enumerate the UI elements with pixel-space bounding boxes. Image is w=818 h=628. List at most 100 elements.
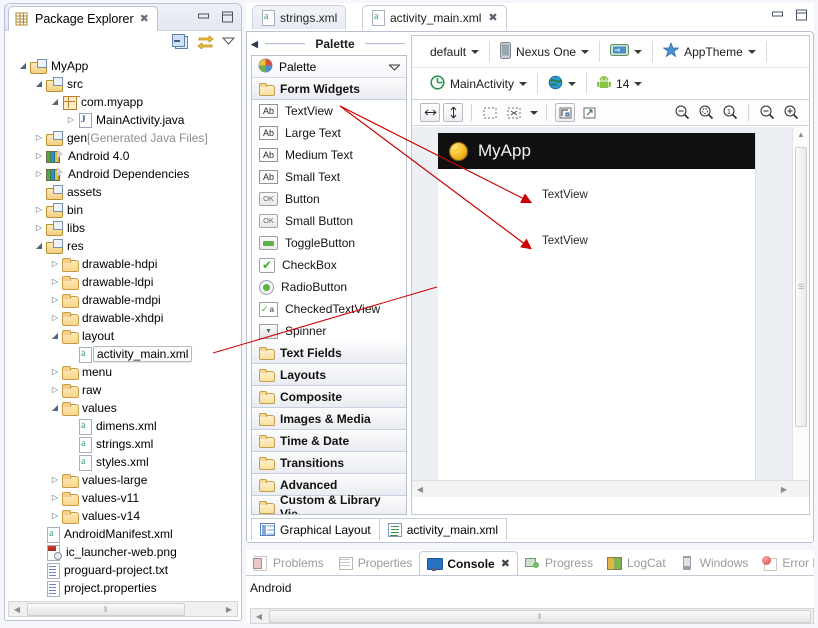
toggle-outlines-button[interactable]	[555, 103, 575, 122]
tab-package-explorer[interactable]: Package Explorer ✖	[8, 6, 158, 31]
collapse-all-icon[interactable]	[172, 34, 188, 49]
marquee-select-button[interactable]	[480, 103, 500, 122]
console-tab[interactable]: Windows	[673, 550, 756, 576]
vscroll-up-arrow[interactable]: ▲	[797, 127, 805, 143]
palette-item[interactable]: OK Button	[252, 188, 406, 210]
console-tab[interactable]: Error Log	[755, 550, 814, 576]
tree-item[interactable]: proguard-project.txt	[6, 561, 240, 579]
twisty-expanded-icon[interactable]: ◢	[32, 237, 46, 255]
chevron-down-icon[interactable]	[581, 49, 590, 54]
close-icon[interactable]: ✖	[140, 12, 149, 25]
twisty-collapsed-icon[interactable]: ▷	[32, 165, 46, 183]
tab-activity-main-xml[interactable]: activity_main.xml ✖	[362, 5, 507, 29]
chevron-down-icon[interactable]	[568, 81, 577, 86]
tree-item[interactable]: ◢ com.myapp	[6, 93, 240, 111]
twisty-collapsed-icon[interactable]: ▷	[48, 255, 62, 273]
twisty-collapsed-icon[interactable]: ▷	[32, 129, 46, 147]
chevron-down-icon[interactable]	[471, 49, 480, 54]
hscroll-thumb[interactable]: ‖	[269, 609, 811, 623]
hscroll-left-arrow[interactable]: ◀	[412, 485, 428, 494]
tree-item[interactable]: ▷ Android Dependencies	[6, 165, 240, 183]
canvas-vscrollbar[interactable]: ▲ ☰ ▼	[792, 127, 809, 497]
tree-item[interactable]: ▷ MainActivity.java	[6, 111, 240, 129]
hscroll-right-arrow[interactable]: ▶	[776, 485, 792, 494]
textview-1[interactable]: TextView	[542, 189, 588, 201]
tree-item[interactable]: ▷ drawable-mdpi	[6, 291, 240, 309]
twisty-expanded-icon[interactable]: ◢	[32, 75, 46, 93]
hscroll-track[interactable]: ‖	[267, 609, 813, 623]
palette-group[interactable]: Transitions	[252, 452, 406, 474]
tree-item[interactable]: ic_launcher-web.png	[6, 543, 240, 561]
console-tab[interactable]: Properties	[331, 550, 420, 576]
zoom-fit-icon[interactable]	[696, 104, 716, 122]
minimize-icon[interactable]	[197, 11, 210, 26]
twisty-expanded-icon[interactable]: ◢	[16, 57, 30, 75]
tree-item[interactable]: project.properties	[6, 579, 240, 597]
package-explorer-hscrollbar[interactable]: ◀ ‖ ▶	[8, 601, 238, 617]
twisty-expanded-icon[interactable]: ◢	[48, 399, 62, 417]
tree-item[interactable]: ▷ drawable-xhdpi	[6, 309, 240, 327]
distribute-button[interactable]	[504, 103, 524, 122]
chevron-down-icon[interactable]	[530, 110, 538, 115]
palette-item[interactable]: RadioButton	[252, 276, 406, 298]
device-select[interactable]: Nexus One	[490, 41, 599, 62]
console-tab[interactable]: Progress	[518, 550, 600, 576]
zoom-in-icon[interactable]	[781, 104, 801, 122]
tree-item[interactable]: ▷ values-v11	[6, 489, 240, 507]
close-icon[interactable]: ✖	[488, 11, 497, 24]
palette-item[interactable]: Ab Small Text	[252, 166, 406, 188]
palette-item[interactable]: Ab Medium Text	[252, 144, 406, 166]
maximize-icon[interactable]	[221, 11, 234, 26]
tree-item[interactable]: ▷ bin	[6, 201, 240, 219]
chevron-down-icon[interactable]	[634, 49, 643, 54]
tree-item[interactable]: ▷ Android 4.0	[6, 147, 240, 165]
locale-select[interactable]	[538, 75, 586, 93]
collapse-left-icon[interactable]: ◀	[251, 39, 258, 50]
hscroll-right-arrow[interactable]: ▶	[221, 605, 237, 614]
zoom-out-icon[interactable]	[757, 104, 777, 122]
config-default-select[interactable]: default	[420, 45, 489, 59]
palette-entries[interactable]: Form Widgets Ab TextView Ab Large Text Ab Medi…	[252, 78, 406, 514]
twisty-collapsed-icon[interactable]: ▷	[48, 507, 62, 525]
chevron-down-icon[interactable]	[634, 81, 643, 86]
width-fit-button[interactable]	[420, 103, 440, 122]
palette-item[interactable]: ToggleButton	[252, 232, 406, 254]
twisty-expanded-icon[interactable]: ◢	[48, 327, 62, 345]
console-tab[interactable]: Console ✖	[419, 550, 518, 576]
maximize-icon[interactable]	[795, 9, 808, 24]
tree-item[interactable]: ▷ values-large	[6, 471, 240, 489]
height-fit-button[interactable]	[443, 103, 463, 122]
tree-item[interactable]: ▷ libs	[6, 219, 240, 237]
orientation-select[interactable]	[600, 43, 652, 60]
console-tab[interactable]: LogCat	[600, 550, 673, 576]
twisty-collapsed-icon[interactable]: ▷	[48, 291, 62, 309]
palette-group[interactable]: Layouts	[252, 364, 406, 386]
twisty-collapsed-icon[interactable]: ▷	[48, 363, 62, 381]
layout-canvas[interactable]: ⚡ MyApp TextView TextView ▲ ☰ ▼	[412, 127, 809, 497]
palette-group[interactable]: Time & Date	[252, 430, 406, 452]
minimize-icon[interactable]	[771, 9, 784, 24]
theme-select[interactable]: AppTheme	[653, 42, 766, 61]
hscroll-left-arrow[interactable]: ◀	[251, 612, 267, 621]
tab-xml-source[interactable]: activity_main.xml	[379, 518, 508, 540]
chevron-down-icon[interactable]	[519, 81, 528, 86]
activity-select[interactable]: MainActivity	[420, 74, 537, 93]
palette-group[interactable]: Custom & Library Vie	[252, 493, 406, 514]
zoom-100-icon[interactable]: 1	[720, 104, 740, 122]
tab-graphical-layout[interactable]: Graphical Layout	[251, 518, 380, 540]
palette-group[interactable]: Text Fields	[252, 342, 406, 364]
hscroll-left-arrow[interactable]: ◀	[9, 605, 25, 614]
palette-item[interactable]: ▼ Spinner	[252, 320, 406, 342]
twisty-collapsed-icon[interactable]: ▷	[48, 273, 62, 291]
api-level-select[interactable]: 14	[587, 75, 652, 93]
tree-item[interactable]: activity_main.xml	[6, 345, 240, 363]
palette-selector[interactable]: Palette	[252, 56, 406, 78]
palette-group[interactable]: Form Widgets	[252, 78, 406, 100]
tree-item[interactable]: styles.xml	[6, 453, 240, 471]
tree-item[interactable]: ▷ menu	[6, 363, 240, 381]
textview-2[interactable]: TextView	[542, 235, 588, 247]
palette-item[interactable]: Ab Large Text	[252, 122, 406, 144]
tab-strings-xml[interactable]: strings.xml	[252, 5, 347, 29]
palette-item[interactable]: ✓ a CheckedTextView	[252, 298, 406, 320]
twisty-collapsed-icon[interactable]: ▷	[32, 147, 46, 165]
